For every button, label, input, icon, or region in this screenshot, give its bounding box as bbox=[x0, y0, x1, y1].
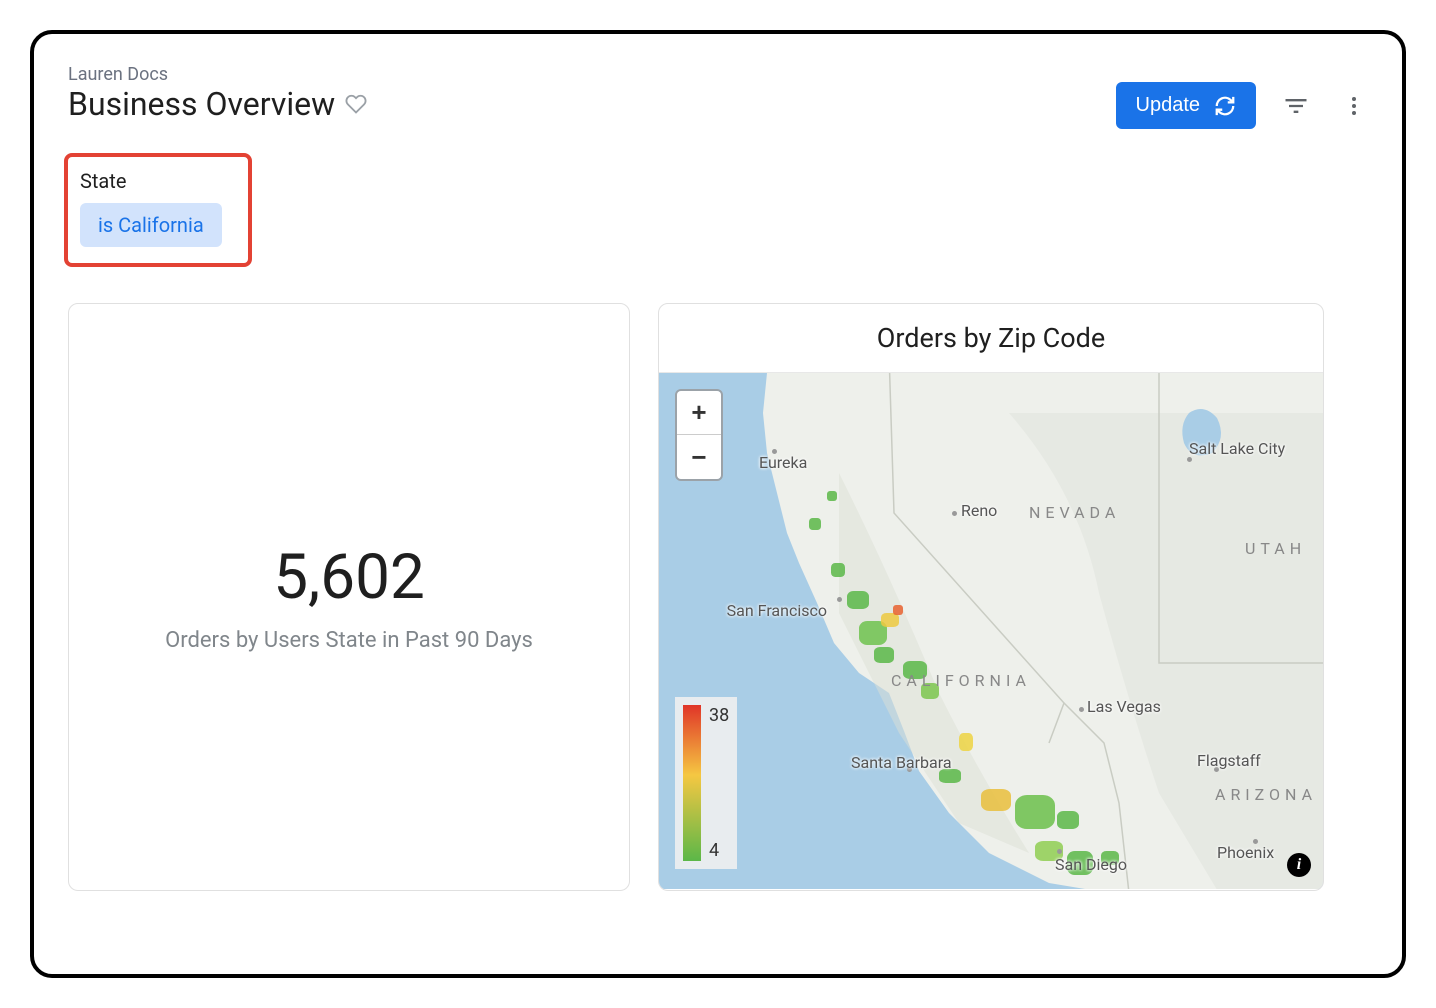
map-state-arizona: ARIZONA bbox=[1215, 785, 1317, 804]
more-vert-icon bbox=[1342, 94, 1366, 118]
legend-min: 4 bbox=[709, 840, 729, 861]
update-button-label: Update bbox=[1136, 94, 1201, 117]
map-zoom-out-button[interactable]: − bbox=[677, 435, 721, 479]
map-label-sandiego: San Diego bbox=[1055, 855, 1127, 874]
map-label-lasvegas: Las Vegas bbox=[1087, 697, 1161, 716]
map-zoom-in-button[interactable]: + bbox=[677, 391, 721, 435]
map-label-sf: San Francisco bbox=[727, 601, 827, 620]
map-state-nevada: NEVADA bbox=[1029, 503, 1120, 522]
update-button[interactable]: Update bbox=[1116, 82, 1257, 129]
favorite-heart-icon[interactable] bbox=[345, 93, 367, 115]
map-label-flagstaff: Flagstaff bbox=[1197, 751, 1261, 770]
more-options-button[interactable] bbox=[1336, 88, 1372, 124]
filter-highlight-box: State is California bbox=[64, 153, 252, 267]
legend-max: 38 bbox=[709, 705, 729, 726]
map-label-reno: Reno bbox=[961, 501, 997, 520]
legend-gradient-bar bbox=[683, 705, 701, 861]
map-label-phoenix: Phoenix bbox=[1217, 843, 1274, 862]
map-tile-title: Orders by Zip Code bbox=[659, 304, 1323, 373]
map-tile: Orders by Zip Code bbox=[658, 303, 1324, 891]
map-state-utah: UTAH bbox=[1245, 539, 1306, 558]
kpi-tile: 5,602 Orders by Users State in Past 90 D… bbox=[68, 303, 630, 891]
map-label-slc: Salt Lake City bbox=[1189, 439, 1285, 458]
map-state-california: CALIFORNIA bbox=[891, 671, 1031, 690]
kpi-value: 5,602 bbox=[273, 541, 425, 614]
map-legend: 38 4 bbox=[675, 697, 737, 869]
map-label-sb: Santa Barbara bbox=[851, 753, 952, 772]
breadcrumb[interactable]: Lauren Docs bbox=[68, 64, 367, 85]
filter-icon-button[interactable] bbox=[1276, 86, 1316, 126]
kpi-caption: Orders by Users State in Past 90 Days bbox=[165, 628, 533, 653]
filter-chip-state[interactable]: is California bbox=[80, 203, 222, 247]
map-canvas[interactable]: Eureka Reno Salt Lake City San Francisco… bbox=[659, 373, 1323, 889]
map-attribution-info-icon[interactable]: i bbox=[1287, 853, 1311, 877]
refresh-icon bbox=[1214, 95, 1236, 117]
filter-label: State bbox=[80, 169, 222, 193]
page-title: Business Overview bbox=[68, 85, 335, 123]
filter-list-icon bbox=[1282, 92, 1310, 120]
map-label-eureka: Eureka bbox=[759, 453, 807, 472]
